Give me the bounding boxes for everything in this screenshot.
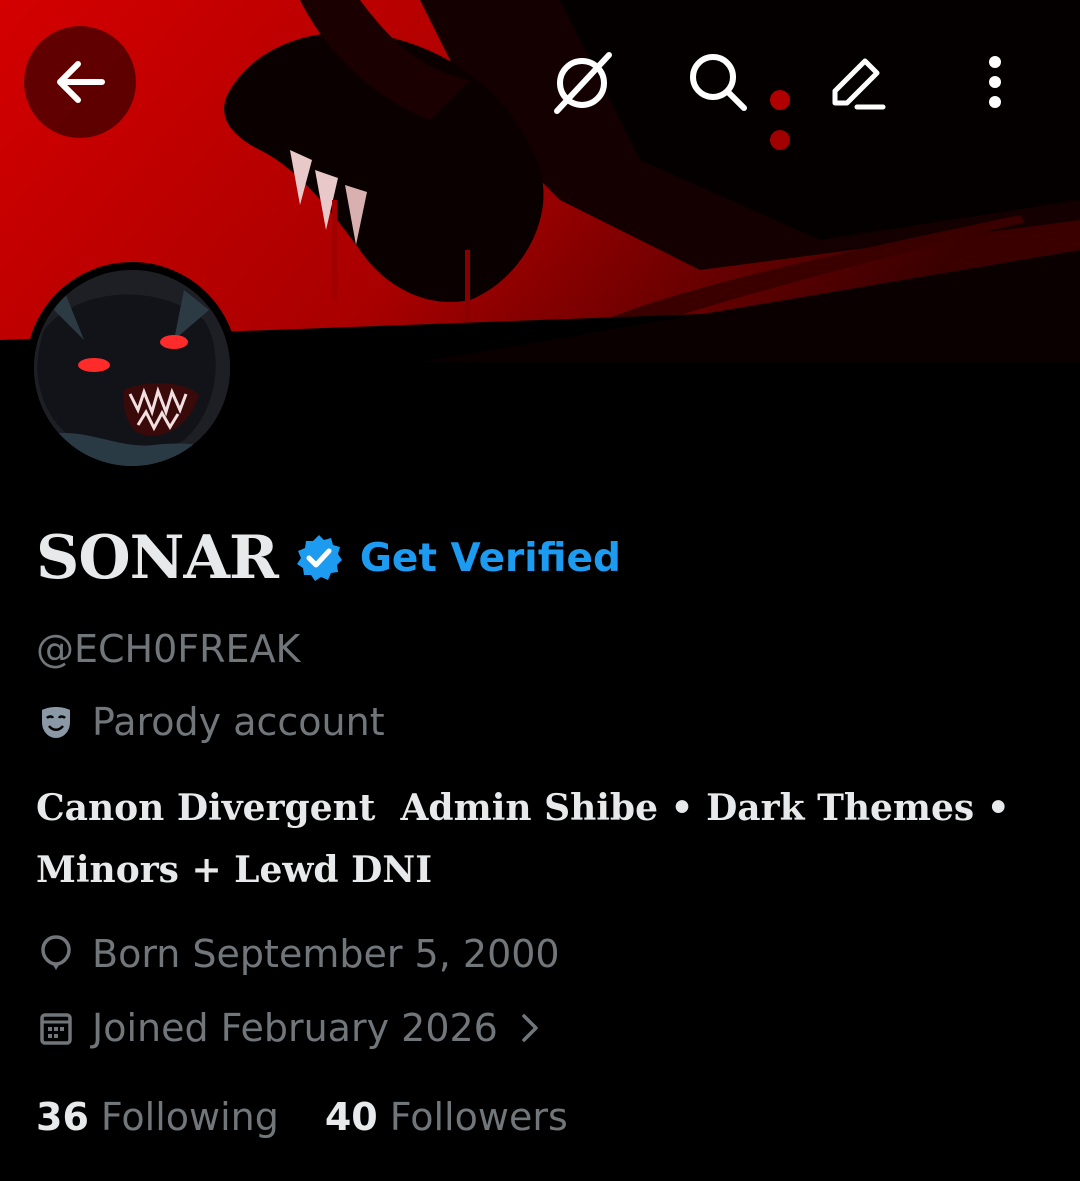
back-button[interactable]: [24, 26, 136, 138]
joined-date: Joined February 2026: [92, 1006, 498, 1050]
profile-bio: Canon Divergent Admin Shibe • Dark Theme…: [36, 787, 1023, 891]
parody-account-label: Parody account: [36, 700, 385, 744]
parody-account-text: Parody account: [92, 700, 385, 744]
calendar-icon: [36, 1008, 76, 1048]
name-row: SONAR Get Verified: [36, 520, 621, 596]
get-verified-link[interactable]: Get Verified: [360, 536, 621, 581]
joined-date-row[interactable]: Joined February 2026: [36, 1006, 546, 1050]
birth-date-row: Born September 5, 2000: [36, 932, 560, 976]
chevron-right-icon: [520, 1008, 546, 1048]
followers-link[interactable]: 40 Followers: [325, 1095, 568, 1139]
theater-mask-icon: [36, 702, 76, 742]
following-label: Following: [100, 1095, 279, 1139]
more-vertical-icon: [989, 56, 1001, 108]
following-link[interactable]: 36 Following: [36, 1095, 279, 1139]
more-options-button[interactable]: [955, 42, 1035, 122]
follow-stats: 36 Following 40 Followers: [36, 1095, 568, 1139]
birth-date: Born September 5, 2000: [92, 932, 560, 976]
pencil-icon: [832, 58, 886, 110]
avatar-image: [34, 270, 230, 466]
arrow-left-icon: [57, 61, 105, 103]
followers-label: Followers: [389, 1095, 568, 1139]
notifications-off-icon: [554, 52, 612, 114]
search-button[interactable]: [678, 42, 758, 122]
edit-button[interactable]: [816, 42, 896, 122]
balloon-icon: [36, 934, 76, 974]
avatar[interactable]: [26, 262, 238, 474]
mute-notifications-button[interactable]: [542, 42, 622, 122]
display-name: SONAR: [36, 523, 279, 593]
followers-count: 40: [324, 1095, 378, 1139]
search-icon: [690, 54, 747, 111]
verified-check-icon: [294, 533, 344, 583]
user-handle: @ECH0FREAK: [36, 627, 301, 671]
following-count: 36: [36, 1095, 89, 1139]
